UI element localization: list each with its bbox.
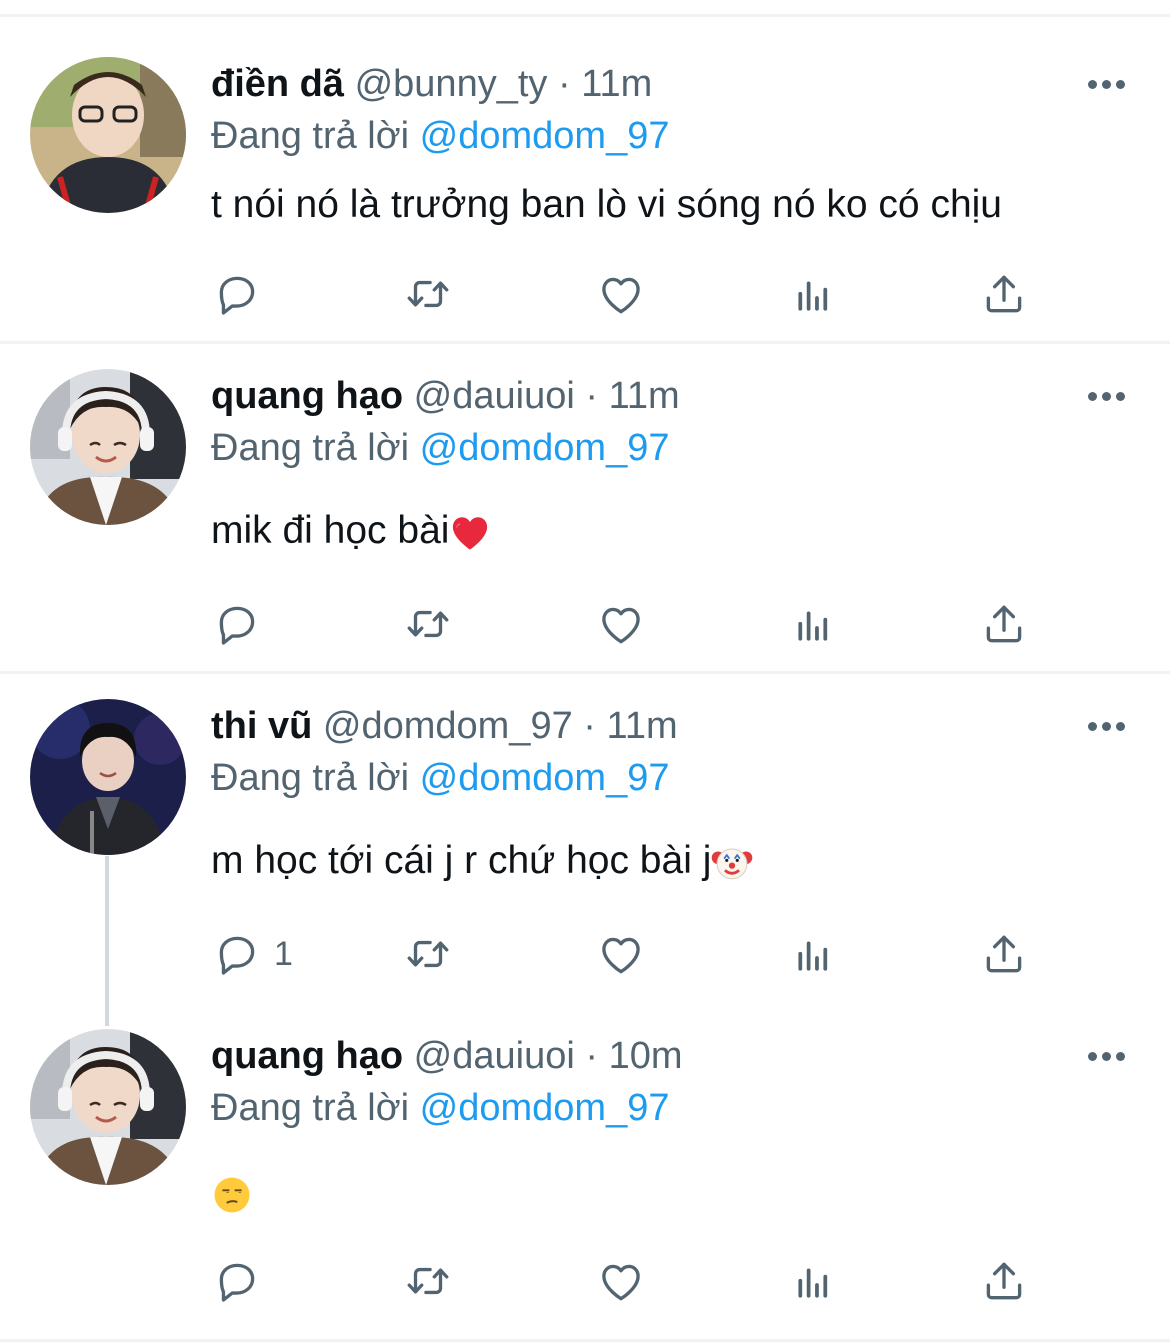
timestamp[interactable]: 11m: [581, 63, 652, 105]
timestamp[interactable]: 10m: [609, 1035, 683, 1077]
share-button[interactable]: [979, 1251, 1029, 1311]
reply-button[interactable]: [212, 264, 262, 324]
action-bar: [0, 594, 1170, 654]
tweet-text-row: mik đi học bài: [211, 507, 491, 555]
unamused-face-emoji: [214, 1177, 250, 1213]
share-button[interactable]: [979, 594, 1029, 654]
retweet-button[interactable]: [403, 264, 453, 324]
retweet-icon: [403, 599, 453, 649]
mention-link[interactable]: @domdom_97: [420, 115, 670, 157]
views-icon: [788, 269, 838, 319]
timestamp[interactable]: 11m: [607, 705, 678, 747]
tweet[interactable]: quang hạo @dauiuoi · 11m Đang trả lời @d…: [0, 343, 1170, 673]
reply-icon: [212, 929, 262, 979]
more-options-icon[interactable]: [1084, 386, 1130, 406]
separator-dot: ·: [585, 1035, 599, 1077]
like-button[interactable]: [596, 1251, 646, 1311]
views-icon: [788, 1256, 838, 1306]
tweet-header: quang hạo @dauiuoi · 10m: [211, 1033, 683, 1079]
bottom-divider: [0, 1339, 1170, 1342]
handle[interactable]: @dauiuoi: [414, 375, 575, 417]
like-icon: [596, 1256, 646, 1306]
replying-to: Đang trả lời @domdom_97: [211, 113, 670, 159]
retweet-icon: [403, 1256, 453, 1306]
tweet-text-row: [211, 1169, 253, 1217]
red-heart-emoji: [453, 516, 488, 550]
replying-prefix: Đang trả lời: [211, 115, 410, 157]
reply-button[interactable]: [212, 594, 262, 654]
clown-face-emoji: [712, 848, 753, 879]
replying-to: Đang trả lời @domdom_97: [211, 755, 670, 801]
tweet[interactable]: điền dã @bunny_ty · 11m Đang trả lời @do…: [0, 0, 1170, 343]
avatar[interactable]: [30, 369, 186, 525]
like-button[interactable]: [596, 594, 646, 654]
tweet-text: mik đi học bài: [211, 509, 450, 552]
separator-dot: ·: [557, 63, 571, 105]
avatar[interactable]: [30, 699, 186, 855]
more-options-icon[interactable]: [1084, 74, 1130, 94]
retweet-button[interactable]: [403, 1251, 453, 1311]
reply-button[interactable]: [212, 1251, 262, 1311]
views-icon: [788, 599, 838, 649]
tweet[interactable]: thi vũ @domdom_97 · 11m Đang trả lời @do…: [0, 673, 1170, 1013]
views-button[interactable]: [788, 264, 838, 324]
tweet-header: thi vũ @domdom_97 · 11m: [211, 703, 678, 749]
retweet-button[interactable]: [403, 594, 453, 654]
reply-icon: [212, 1256, 262, 1306]
reply-button[interactable]: 1: [212, 924, 293, 984]
timestamp[interactable]: 11m: [609, 375, 680, 417]
display-name[interactable]: quang hạo: [211, 1035, 403, 1077]
tweet[interactable]: quang hạo @dauiuoi · 10m Đang trả lời @d…: [0, 1003, 1170, 1340]
avatar[interactable]: [30, 57, 186, 213]
reply-icon: [212, 269, 262, 319]
separator-dot: ·: [585, 375, 599, 417]
share-button[interactable]: [979, 264, 1029, 324]
like-icon: [596, 269, 646, 319]
views-icon: [788, 929, 838, 979]
tweet-header: quang hạo @dauiuoi · 11m: [211, 373, 680, 419]
replying-prefix: Đang trả lời: [211, 757, 410, 799]
replying-prefix: Đang trả lời: [211, 1087, 410, 1129]
separator-dot: ·: [583, 705, 596, 747]
handle[interactable]: @domdom_97: [323, 705, 573, 747]
handle[interactable]: @dauiuoi: [414, 1035, 575, 1077]
share-icon: [979, 269, 1029, 319]
retweet-button[interactable]: [403, 924, 453, 984]
tweet-text: t nói nó là trưởng ban lò vi sóng nó ko …: [211, 183, 1002, 226]
share-icon: [979, 1256, 1029, 1306]
action-bar: 1: [0, 924, 1170, 984]
tweet-text: m học tới cái j r chứ học bài j: [211, 839, 712, 882]
mention-link[interactable]: @domdom_97: [420, 427, 670, 469]
mention-link[interactable]: @domdom_97: [420, 1087, 670, 1129]
views-button[interactable]: [788, 1251, 838, 1311]
display-name[interactable]: điền dã: [211, 63, 344, 105]
replying-to: Đang trả lời @domdom_97: [211, 425, 670, 471]
avatar[interactable]: [30, 1029, 186, 1185]
display-name[interactable]: thi vũ: [211, 705, 312, 747]
reply-count: 1: [274, 934, 293, 973]
replying-to: Đang trả lời @domdom_97: [211, 1085, 670, 1131]
tweet-text-row: m học tới cái j r chứ học bài j: [211, 837, 753, 885]
handle[interactable]: @bunny_ty: [355, 63, 548, 105]
more-options-icon[interactable]: [1084, 716, 1130, 736]
like-button[interactable]: [596, 924, 646, 984]
more-options-icon[interactable]: [1084, 1046, 1130, 1066]
views-button[interactable]: [788, 594, 838, 654]
replying-prefix: Đang trả lời: [211, 427, 410, 469]
like-icon: [596, 599, 646, 649]
like-button[interactable]: [596, 264, 646, 324]
action-bar: [0, 264, 1170, 324]
reply-icon: [212, 599, 262, 649]
views-button[interactable]: [788, 924, 838, 984]
mention-link[interactable]: @domdom_97: [420, 757, 670, 799]
display-name[interactable]: quang hạo: [211, 375, 403, 417]
action-bar: [0, 1251, 1170, 1311]
share-button[interactable]: [979, 924, 1029, 984]
tweet-header: điền dã @bunny_ty · 11m: [211, 61, 652, 107]
retweet-icon: [403, 269, 453, 319]
share-icon: [979, 929, 1029, 979]
share-icon: [979, 599, 1029, 649]
retweet-icon: [403, 929, 453, 979]
like-icon: [596, 929, 646, 979]
